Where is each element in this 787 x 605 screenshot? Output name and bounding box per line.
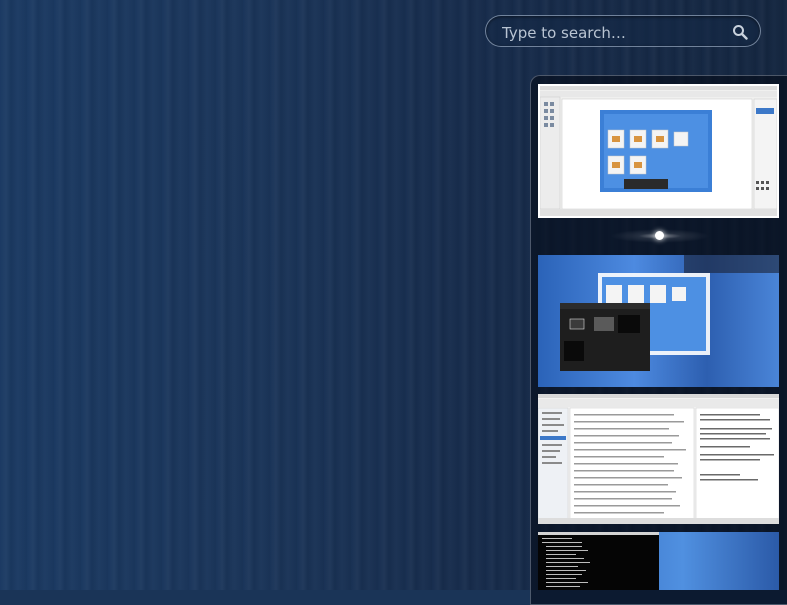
search-box[interactable] [485, 15, 761, 47]
search-input[interactable] [500, 22, 729, 44]
workspace-thumbnail-2[interactable] [538, 255, 779, 387]
workspace-thumbnail-4[interactable] [538, 532, 779, 590]
indicator-dot [655, 231, 664, 240]
workspace-1-preview [540, 86, 777, 216]
search-icon[interactable] [732, 24, 748, 40]
active-workspace-indicator [610, 229, 710, 243]
workspace-thumbnail-1[interactable] [538, 84, 779, 218]
workspace-thumbnail-3[interactable] [538, 394, 779, 524]
workspace-2-preview [560, 255, 779, 371]
workspace-3-preview [538, 394, 779, 524]
workspace-4-preview [538, 532, 659, 590]
